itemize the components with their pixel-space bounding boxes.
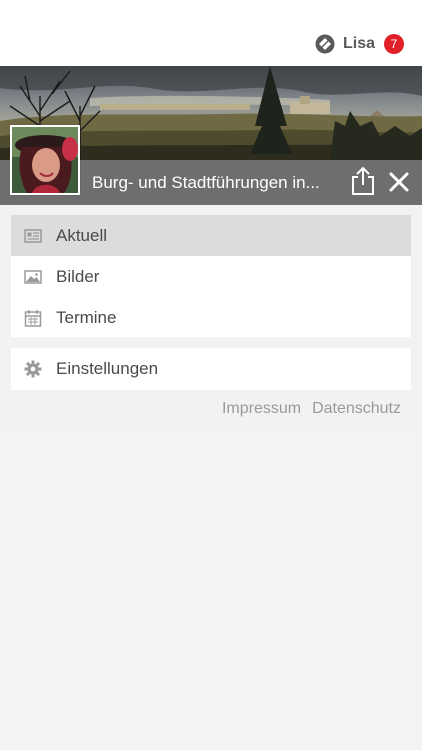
footer-links: Impressum Datenschutz xyxy=(211,400,401,418)
datenschutz-link[interactable]: Datenschutz xyxy=(312,400,401,418)
share-icon[interactable] xyxy=(350,166,376,196)
profile-photo xyxy=(12,127,78,193)
menu-item-label: Einstellungen xyxy=(56,358,159,378)
gear-icon xyxy=(24,360,42,377)
newspaper-icon xyxy=(24,228,42,243)
menu-item-bilder[interactable]: Bilder xyxy=(11,256,411,297)
main-menu: Aktuell Bilder Termine xyxy=(11,215,411,337)
menu-item-label: Termine xyxy=(56,307,117,327)
settings-menu: Einstellungen xyxy=(11,348,411,390)
page-title: Burg- und Stadtführungen in... xyxy=(92,173,320,192)
menu-item-einstellungen[interactable]: Einstellungen xyxy=(11,348,411,389)
menu-item-label: Bilder xyxy=(56,266,100,286)
avatar[interactable] xyxy=(10,125,80,195)
menu-item-label: Aktuell xyxy=(56,225,108,245)
notification-badge[interactable]: 7 xyxy=(384,34,404,54)
empty-area xyxy=(0,430,422,750)
impressum-link[interactable]: Impressum xyxy=(222,400,301,418)
image-icon xyxy=(24,269,42,284)
top-bar: Lisa 7 xyxy=(0,0,422,66)
close-icon[interactable] xyxy=(387,170,411,194)
calendar-icon xyxy=(24,309,42,327)
user-name[interactable]: Lisa xyxy=(343,35,375,53)
user-chip[interactable]: Lisa 7 xyxy=(315,32,404,56)
app-logo-icon xyxy=(315,34,335,54)
menu-item-aktuell[interactable]: Aktuell xyxy=(11,215,411,256)
menu-item-termine[interactable]: Termine xyxy=(11,297,411,338)
